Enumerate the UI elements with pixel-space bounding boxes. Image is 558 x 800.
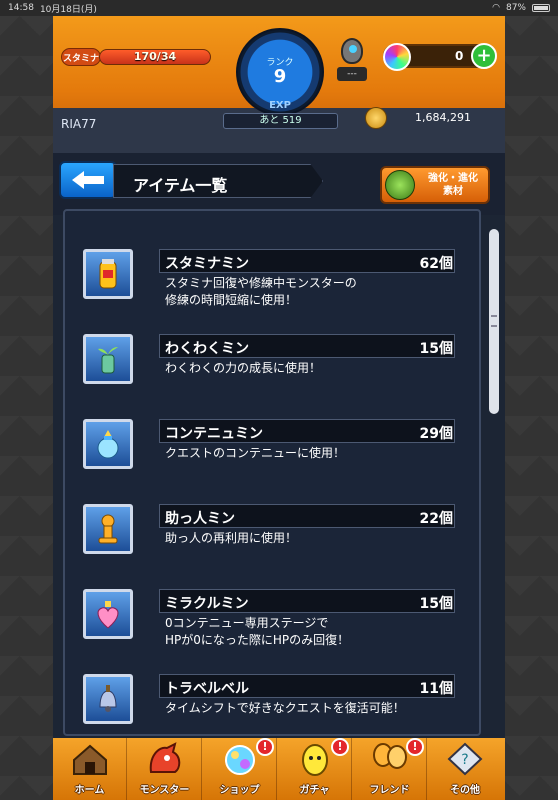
nav-home-button[interactable]: ホーム — [53, 738, 127, 800]
nav-label: その他 — [450, 785, 480, 796]
evolve-materials-button[interactable]: 強化・進化 素材 — [380, 166, 490, 204]
nav-label: ショップ — [219, 785, 260, 796]
crystal-jar-icon — [83, 419, 133, 469]
item-desc-line1: タイムシフトで好きなクエストを復活可能！ — [165, 701, 405, 715]
item-name: わくわくミン — [165, 341, 249, 357]
friend-balloon-icon — [373, 743, 407, 769]
orb-count: 0 — [455, 49, 464, 63]
item-desc-line2: 修練の時間短縮に使用！ — [165, 293, 298, 307]
nav-shop-button[interactable]: ! ショップ — [203, 738, 277, 800]
list-item[interactable]: スタミナミン 62個 スタミナ回復や修練中モンスターの 修練の時間短縮に使用！ — [73, 241, 463, 317]
item-desc-line1: わくわくの力の成長に使用！ — [165, 361, 322, 375]
home-icon — [73, 744, 107, 775]
item-description: わくわくの力の成長に使用！ — [165, 360, 455, 377]
item-count: 29個 — [419, 426, 453, 442]
back-button[interactable] — [59, 161, 117, 199]
nav-label: ガチャ — [299, 785, 330, 796]
list-item[interactable]: コンテニュミン 29個 クエストのコンテニューに使用！ — [73, 411, 463, 487]
nav-label: フレンド — [369, 785, 410, 796]
page-title: アイテム一覧 — [133, 176, 228, 195]
orb-counter: 0 + — [383, 43, 497, 71]
stamina-can-icon — [83, 249, 133, 299]
item-count: 15個 — [419, 341, 453, 357]
gacha-egg-icon — [302, 744, 328, 776]
heart-bottle-icon — [83, 589, 133, 639]
exp-label: EXP — [269, 100, 291, 111]
item-description: タイムシフトで好きなクエストを復活可能！ — [165, 700, 455, 717]
item-description: 0コンテニュー専用ステージで HPが0になった際にHPのみ回復！ — [165, 615, 455, 649]
item-description: クエストのコンテニューに使用！ — [165, 445, 455, 462]
battery-percent: 87% — [505, 3, 526, 13]
evolve-label-line2: 素材 — [443, 186, 463, 197]
status-time: 14:58 — [8, 3, 34, 13]
notification-badge: ! — [256, 738, 274, 756]
rank-value: 9 — [273, 66, 287, 87]
nav-gacha-button[interactable]: ! ガチャ — [278, 738, 352, 800]
item-count: 11個 — [419, 681, 453, 697]
nav-label: モンスター — [139, 785, 190, 796]
egg-count: --- — [337, 67, 367, 81]
orb-shop-icon — [225, 745, 255, 775]
notification-badge: ! — [406, 738, 424, 756]
status-bar: 14:58 10月18日(月) ◠ 87% — [0, 0, 558, 16]
egg-icon — [341, 38, 363, 64]
wifi-icon: ◠ — [492, 3, 500, 13]
list-item[interactable]: ミラクルミン 15個 0コンテニュー専用ステージで HPが0になった際にHPのみ… — [73, 581, 463, 657]
pawn-icon — [83, 504, 133, 554]
bottom-nav: ホーム モンスター ! ショップ ! ガチャ ! フレンド ? その他 — [53, 738, 505, 800]
item-count: 62個 — [419, 256, 453, 272]
notification-badge: ! — [331, 738, 349, 756]
item-count: 22個 — [419, 511, 453, 527]
svg-text:?: ? — [461, 752, 468, 768]
item-name: ミラクルミン — [165, 596, 249, 612]
nav-monster-button[interactable]: モンスター — [128, 738, 202, 800]
buy-orb-button[interactable]: + — [471, 43, 497, 69]
gold-value: 1,684,291 — [415, 111, 471, 124]
game-screen: スタミナ 170/34 ランク 9 EXP あと 519 --- 0 + RIA… — [53, 16, 505, 800]
item-desc-line1: クエストのコンテニューに使用！ — [165, 446, 346, 460]
stamina-label: スタミナ — [61, 48, 101, 66]
back-arrow-icon — [72, 171, 104, 189]
scrollbar[interactable] — [489, 229, 499, 414]
nav-other-button[interactable]: ? その他 — [428, 738, 502, 800]
nav-label: ホーム — [74, 785, 105, 796]
list-item[interactable]: 助っ人ミン 22個 助っ人の再利用に使用！ — [73, 496, 463, 572]
egg-counter[interactable]: --- — [337, 38, 367, 88]
exp-remaining: あと 519 — [223, 113, 338, 129]
item-name: スタミナミン — [165, 256, 249, 272]
item-name: コンテニュミン — [165, 426, 263, 442]
list-item[interactable]: トラベルベル 11個 タイムシフトで好きなクエストを復活可能！ — [73, 666, 463, 742]
player-name: RIA77 — [61, 117, 97, 131]
bell-icon — [83, 674, 133, 724]
nav-friend-button[interactable]: ! フレンド — [353, 738, 427, 800]
item-description: 助っ人の再利用に使用！ — [165, 530, 455, 547]
list-item[interactable]: わくわくミン 15個 わくわくの力の成長に使用！ — [73, 326, 463, 402]
gold-coin-icon — [365, 107, 387, 129]
evolve-label-line1: 強化・進化 — [428, 173, 478, 184]
battery-icon — [532, 4, 550, 12]
status-date: 10月18日(月) — [39, 4, 97, 15]
item-desc-line1: スタミナ回復や修練中モンスターの — [165, 276, 357, 290]
sprout-bottle-icon — [83, 334, 133, 384]
item-desc-line2: HPが0になった際にHPのみ回復！ — [165, 633, 350, 647]
evolve-label: 強化・進化 素材 — [418, 172, 488, 198]
other-icon: ? — [447, 742, 483, 776]
stamina-value: 170/34 — [133, 50, 177, 63]
item-name: 助っ人ミン — [165, 511, 235, 527]
item-desc-line1: 0コンテニュー専用ステージで — [165, 616, 329, 630]
monster-icon — [149, 742, 181, 773]
item-count: 15個 — [419, 596, 453, 612]
item-desc-line1: 助っ人の再利用に使用！ — [165, 531, 298, 545]
scrollbar-grip — [491, 315, 497, 327]
stamina-meter[interactable]: スタミナ 170/34 — [61, 46, 211, 68]
materials-icon — [385, 170, 415, 200]
orb-icon — [383, 43, 411, 71]
stamina-bar: 170/34 — [99, 49, 211, 65]
item-name: トラベルベル — [165, 681, 249, 697]
item-description: スタミナ回復や修練中モンスターの 修練の時間短縮に使用！ — [165, 275, 455, 309]
